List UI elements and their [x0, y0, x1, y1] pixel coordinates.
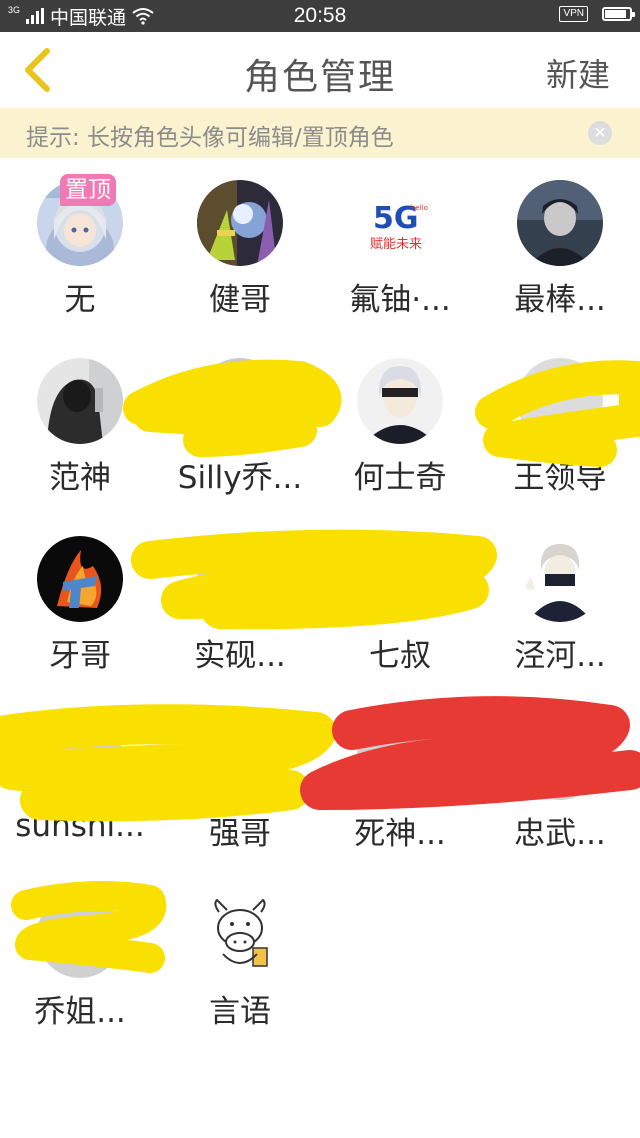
role-item[interactable]: 置顶 无 [0, 158, 160, 318]
role-item[interactable]: 实砚... [160, 514, 320, 674]
nav-bar: 角色管理 新建 [0, 32, 640, 109]
pinned-badge: 置顶 [60, 174, 116, 206]
status-right: VPN [559, 6, 635, 22]
masked-anime-avatar-icon [517, 536, 603, 622]
role-avatar[interactable] [517, 180, 603, 266]
role-name: 王领导 [513, 460, 607, 496]
role-avatar[interactable] [517, 536, 603, 622]
role-name: 无 [64, 282, 96, 318]
tip-text: 提示: 长按角色头像可编辑/置顶角色 [26, 125, 394, 151]
role-avatar[interactable] [37, 358, 123, 444]
role-avatar[interactable] [357, 536, 443, 622]
role-avatar[interactable] [37, 536, 123, 622]
role-name: 健哥 [209, 282, 271, 318]
role-name: 何士奇 [353, 460, 447, 496]
role-avatar[interactable]: 5G hello 赋能未来 [357, 180, 443, 266]
role-avatar[interactable] [197, 892, 283, 978]
redacted-avatar-icon [517, 714, 603, 800]
role-name: Silly乔... [177, 460, 303, 496]
role-name: 牙哥 [49, 638, 111, 674]
role-item[interactable]: 最棒... [480, 158, 640, 318]
battery-icon [602, 7, 635, 21]
vpn-badge: VPN [559, 6, 588, 22]
role-item[interactable]: 强哥 [160, 692, 320, 852]
role-name: 忠武... [514, 816, 606, 852]
redacted-avatar-icon [357, 714, 443, 800]
role-item[interactable]: 七叔 [320, 514, 480, 674]
role-avatar[interactable] [357, 714, 443, 800]
5g-logo-avatar-icon: 5G hello 赋能未来 [357, 180, 443, 266]
role-name: 范神 [49, 460, 111, 496]
redacted-avatar-icon [37, 714, 123, 800]
role-item[interactable]: 健哥 [160, 158, 320, 318]
role-item[interactable]: 何士奇 [320, 336, 480, 496]
role-name: 氟铀·... [349, 282, 451, 318]
role-avatar[interactable] [37, 714, 123, 800]
redacted-avatar-icon [197, 536, 283, 622]
fiveg-slogan: 赋能未来 [370, 237, 422, 252]
flaming-emblem-avatar-icon [37, 536, 123, 622]
redacted-avatar-icon [517, 358, 603, 444]
status-bar: 3G 中国联通 20:58 VPN [0, 0, 640, 32]
role-avatar[interactable] [357, 358, 443, 444]
role-item[interactable]: 5G hello 赋能未来 氟铀·... [320, 158, 480, 318]
role-name: 乔姐... [34, 994, 126, 1030]
redacted-avatar-icon [357, 536, 443, 622]
role-name: 泾河... [514, 638, 606, 674]
role-item[interactable]: 言语 [160, 870, 320, 1030]
role-name: sunshi... [15, 808, 145, 844]
role-item[interactable]: 死神... [320, 692, 480, 852]
role-item[interactable]: 王领导 [480, 336, 640, 496]
role-avatar[interactable] [197, 180, 283, 266]
role-avatar[interactable] [517, 714, 603, 800]
redacted-avatar-icon [197, 358, 283, 444]
role-avatar[interactable] [197, 358, 283, 444]
cow-drawing-avatar-icon [197, 892, 283, 978]
close-icon[interactable]: ✕ [588, 121, 612, 145]
role-avatar[interactable] [37, 892, 123, 978]
redacted-avatar-icon [37, 892, 123, 978]
role-item[interactable]: Silly乔... [160, 336, 320, 496]
role-item[interactable]: 乔姐... [0, 870, 160, 1030]
redacted-avatar-icon [197, 714, 283, 800]
role-avatar[interactable] [517, 358, 603, 444]
new-role-button[interactable]: 新建 [546, 50, 610, 96]
clock: 20:58 [293, 4, 347, 27]
hooded-figure-avatar-icon [37, 358, 123, 444]
role-avatar[interactable] [197, 714, 283, 800]
role-name: 言语 [209, 994, 271, 1030]
role-name: 强哥 [209, 816, 271, 852]
role-item[interactable]: 范神 [0, 336, 160, 496]
role-item[interactable]: 泾河... [480, 514, 640, 674]
battery-fill [605, 10, 626, 18]
role-item[interactable]: 牙哥 [0, 514, 160, 674]
tip-banner: 提示: 长按角色头像可编辑/置顶角色 ✕ [0, 108, 640, 158]
role-avatar[interactable] [197, 536, 283, 622]
page-title: 角色管理 [243, 57, 396, 98]
role-item[interactable]: sunshi... [0, 692, 160, 852]
game-scene-avatar-icon [197, 180, 283, 266]
role-item[interactable]: 忠武... [480, 692, 640, 852]
role-name: 最棒... [514, 282, 606, 318]
role-name: 实砚... [194, 638, 286, 674]
fiveg-small: hello [411, 204, 428, 212]
blindfold-anime-avatar-icon [357, 358, 443, 444]
role-name: 死神... [354, 816, 446, 852]
dark-anime-avatar-icon [517, 180, 603, 266]
role-name: 七叔 [369, 638, 431, 674]
